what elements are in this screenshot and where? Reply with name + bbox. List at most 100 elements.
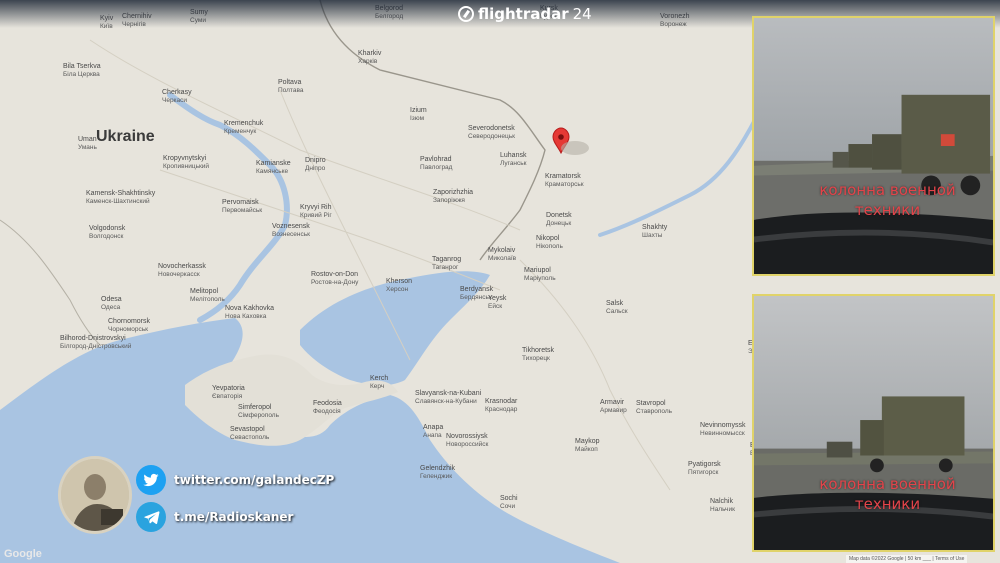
city-name-local: Сочи: [500, 503, 516, 510]
city-name: Bila Tserkva: [63, 63, 101, 70]
city-label: GelendzhikГеленджик: [420, 465, 456, 480]
brand-name: flightradar: [478, 5, 569, 23]
radar-icon: [458, 6, 474, 22]
city-name-local: Геленджик: [420, 473, 452, 480]
city-label: OdesaОдеса: [101, 296, 122, 311]
city-label: Bilhorod-DnistrovskyiБілгород-Дністровсь…: [60, 335, 132, 350]
city-name-local: Вознесенськ: [272, 231, 310, 238]
city-label: TikhoretskТихорецк: [522, 347, 555, 362]
city-name: Kamensk-Shakhtinsky: [86, 190, 156, 197]
city-name: Slavyansk-na-Kubani: [415, 390, 482, 397]
city-label: Bila TserkvaБіла Церква: [63, 63, 101, 78]
city-name-local: Кривий Ріг: [300, 211, 332, 219]
map-attribution[interactable]: Map data ©2022 Google | 50 km ___ | Term…: [846, 555, 968, 563]
city-name: Izium: [410, 107, 427, 114]
photo-caption: колонна военной техники: [754, 474, 993, 514]
photo-caption: колонна военной техники: [754, 180, 993, 220]
city-name-local: Камянське: [256, 168, 289, 175]
city-name: Feodosia: [313, 400, 342, 407]
city-name: Pavlohrad: [420, 156, 452, 163]
city-name-local: Полтава: [278, 87, 304, 94]
city-name-local: Чорноморськ: [108, 326, 148, 333]
city-name: Luhansk: [500, 152, 527, 159]
city-name: Zaporizhzhia: [433, 189, 473, 196]
twitter-link[interactable]: twitter.com/galandecZP: [136, 465, 334, 495]
city-name-local: Краснодар: [485, 406, 518, 413]
twitter-handle: twitter.com/galandecZP: [174, 473, 335, 487]
caption-line-1: колонна военной: [819, 181, 956, 199]
city-label: KrasnodarКраснодар: [485, 398, 518, 413]
city-name: Kropyvnytskyi: [163, 155, 207, 162]
city-label: PavlohradПавлоград: [420, 156, 453, 171]
city-label: SevastopolСевастополь: [230, 426, 270, 441]
city-name-local: Таганрог: [432, 264, 459, 271]
city-label: ArmavirАрмавир: [600, 399, 627, 414]
convoy-photo: [754, 18, 993, 274]
google-logo: Google: [4, 548, 42, 560]
city-name-local: Ейск: [488, 302, 502, 310]
city-name: Yeysk: [488, 295, 507, 302]
city-name-local: Славянск-на-Кубани: [415, 397, 477, 405]
city-name-local: Харків: [358, 57, 378, 65]
city-name: Uman: [78, 136, 97, 143]
city-name: Kryvyi Rih: [300, 204, 332, 211]
city-name: Voznesensk: [272, 223, 310, 230]
city-name-local: Кременчук: [224, 128, 256, 135]
telegram-icon: [136, 502, 166, 532]
caption-line-2: техники: [854, 495, 921, 513]
photo-panel-bottom: колонна военной техники: [752, 294, 995, 552]
city-name: Cherkasy: [162, 89, 192, 96]
city-name: Rostov-on-Don: [311, 271, 358, 278]
city-label: NovocherkasskНовочеркасск: [158, 263, 206, 278]
city-name: Anapa: [423, 424, 443, 431]
city-name: Maykop: [575, 438, 600, 445]
city-name-local: Шахты: [642, 232, 663, 239]
city-name-local: Первомайськ: [222, 206, 262, 214]
city-name: Sochi: [500, 495, 518, 502]
brand-accent: 24: [572, 5, 592, 23]
city-name-local: Феодосія: [313, 407, 341, 415]
city-name-local: Сальск: [606, 308, 628, 315]
city-name-local: Кропивницький: [163, 162, 209, 170]
city-name: Nalchik: [710, 498, 733, 505]
city-name: Severodonetsk: [468, 125, 515, 132]
city-label: NikopolНікополь: [536, 235, 563, 250]
city-name: Krasnodar: [485, 398, 518, 405]
city-name: Novorossiysk: [446, 433, 488, 440]
city-name-local: Керч: [370, 383, 384, 390]
photo-panel-top: колонна военной техники: [752, 16, 995, 276]
city-label: NalchikНальчик: [710, 498, 735, 513]
city-label: LuhanskЛуганськ: [500, 152, 527, 167]
city-name-local: Херсон: [386, 286, 409, 293]
city-label: PoltavaПолтава: [278, 79, 304, 94]
city-name-local: Ставрополь: [636, 408, 673, 415]
city-name-local: Пятигорск: [688, 469, 719, 476]
city-name-local: Армавир: [600, 407, 627, 414]
city-name: Pyatigorsk: [688, 461, 721, 468]
city-name-local: Маріуполь: [524, 274, 556, 282]
city-label: Rostov-on-DonРостов-на-Дону: [311, 271, 359, 286]
city-name: Pervomaisk: [222, 199, 259, 206]
city-label: KropyvnytskyiКропивницький: [163, 155, 209, 170]
city-name: Kamianske: [256, 160, 291, 167]
city-name-local: Севастополь: [230, 434, 270, 441]
telegram-link[interactable]: t.me/Radioskaner: [136, 502, 293, 532]
city-name-local: Нальчик: [710, 506, 735, 513]
city-label: UmanУмань: [78, 136, 98, 151]
city-name-local: Миколаїв: [488, 255, 517, 262]
city-label: YevpatoriaЄвпаторія: [212, 385, 245, 400]
city-label: MaykopМайкоп: [575, 438, 600, 453]
author-avatar: [58, 456, 132, 534]
city-name: Salsk: [606, 300, 624, 307]
city-name-local: Білгород-Дністровський: [60, 342, 132, 350]
city-label: TaganrogТаганрог: [432, 256, 461, 271]
city-name: Simferopol: [238, 404, 272, 411]
city-name-local: Дніпро: [305, 164, 326, 172]
city-name: Bilhorod-Dnistrovskyi: [60, 335, 126, 342]
city-name: Mykolaiv: [488, 247, 516, 254]
city-name: Odesa: [101, 296, 122, 303]
city-name: Mariupol: [524, 267, 551, 274]
city-name: Taganrog: [432, 256, 461, 263]
city-name-local: Волгодонск: [89, 233, 124, 240]
city-name-local: Луганськ: [500, 160, 527, 167]
